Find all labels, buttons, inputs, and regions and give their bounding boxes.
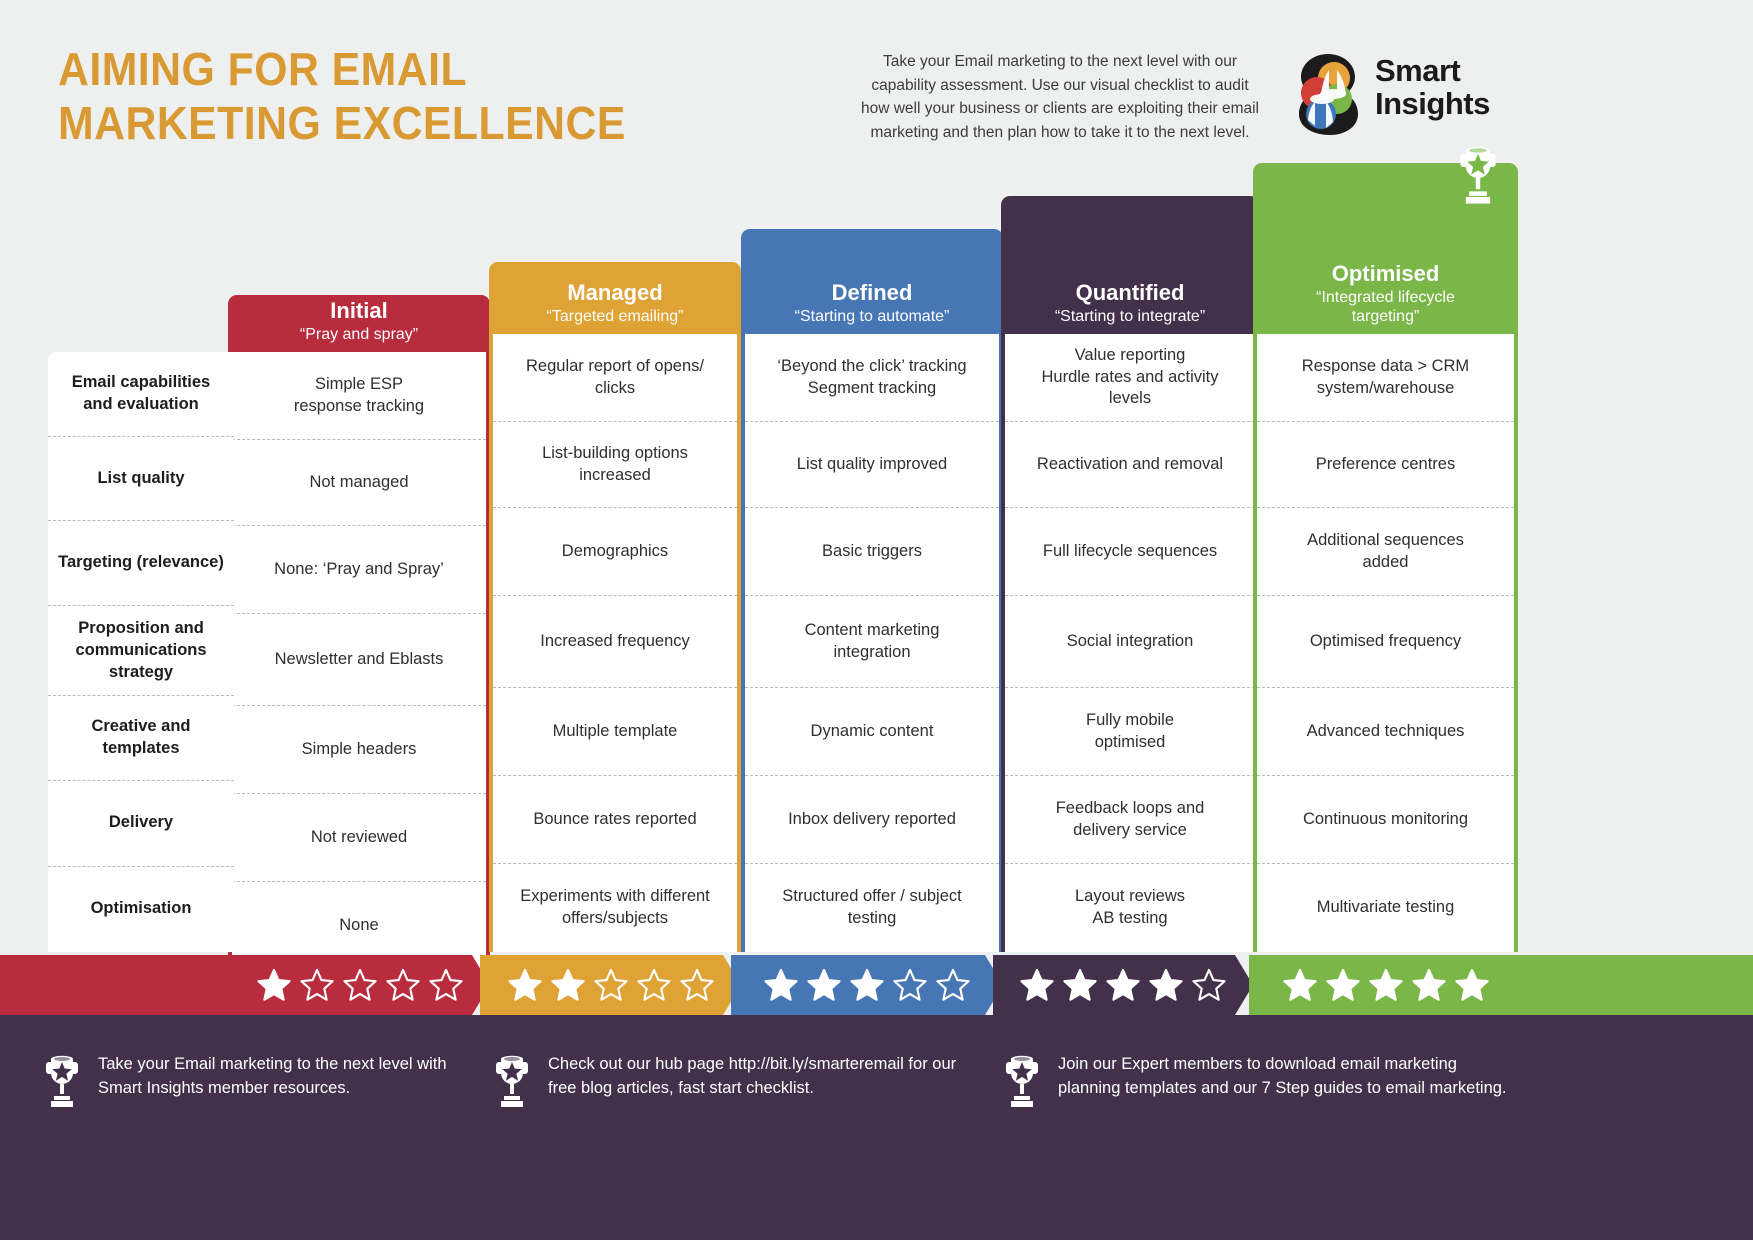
column-header-name: Optimised: [1331, 261, 1440, 286]
table-cell: Continuous monitoring: [1257, 776, 1514, 864]
column-header-subtitle: “Integrated lifecycle targeting”: [1316, 288, 1455, 325]
infographic-page: AIMING FOR EMAIL MARKETING EXCELLENCE Ta…: [0, 0, 1753, 1240]
column-header: Initial “Pray and spray”: [228, 295, 490, 352]
footer-item: Join our Expert members to download emai…: [1000, 1053, 1520, 1111]
table-cell: Value reporting Hurdle rates and activit…: [1005, 334, 1255, 422]
row-label: Creative and templates: [48, 696, 234, 782]
table-cell: Simple ESP response tracking: [232, 352, 486, 440]
row-label: Targeting (relevance): [48, 521, 234, 607]
table-cell: Experiments with different offers/subjec…: [520, 887, 710, 927]
column-header-name: Quantified: [1075, 280, 1185, 306]
footer: Take your Email marketing to the next le…: [0, 1015, 1753, 1240]
footer-item-text: Take your Email marketing to the next le…: [98, 1055, 447, 1097]
column-body: ‘Beyond the click’ tracking Segment trac…: [741, 334, 1003, 952]
column-header: Quantified “Starting to integrate”: [1001, 196, 1259, 334]
table-cell: Structured offer / subject testing: [782, 887, 962, 927]
table-cell: Simple headers: [232, 706, 486, 794]
table-cell: Layout reviews AB testing: [1074, 887, 1186, 927]
table-cell: Additional sequences added: [1257, 508, 1514, 596]
row-label: Delivery: [48, 781, 234, 867]
column-header-subtitle: “Starting to integrate”: [1054, 307, 1206, 325]
table-cell: None: ‘Pray and Spray’: [232, 526, 486, 614]
row-label-column: Email capabilities and evaluation List qu…: [48, 352, 234, 952]
column-body: Response data > CRM system/warehouse Pref…: [1253, 334, 1518, 952]
table-cell: List-building options increased: [493, 422, 737, 508]
star-rating: [1283, 968, 1489, 1002]
table-cell: Basic triggers: [745, 508, 999, 596]
table-cell: Increased frequency: [493, 596, 737, 688]
maturity-table: Email capabilities and evaluation List qu…: [0, 0, 1753, 1105]
table-cell: Regular report of opens/ clicks: [493, 334, 737, 422]
table-cell: Not reviewed: [232, 794, 486, 882]
maturity-column-quantified: Quantified “Starting to integrate” Value r…: [1001, 196, 1259, 952]
table-cell: Response data > CRM system/warehouse: [1257, 334, 1514, 422]
table-cell: Content marketing integration: [745, 596, 999, 688]
column-header-subtitle: “Targeted emailing”: [546, 307, 684, 325]
maturity-column-managed: Managed “Targeted emailing” Regular report…: [489, 262, 741, 952]
star-rating-segment-defined: [731, 955, 1003, 1015]
trophy-icon: [1450, 146, 1506, 208]
column-header-name: Managed: [567, 280, 663, 306]
table-cell: Feedback loops and delivery service: [1005, 776, 1255, 864]
table-cell: ‘Beyond the click’ tracking Segment trac…: [745, 334, 999, 422]
footer-item: Check out our hub page http://bit.ly/sma…: [490, 1053, 980, 1111]
table-cell: Multiple template: [493, 688, 737, 776]
column-header-name: Defined: [831, 280, 913, 306]
column-body: Regular report of opens/ clicks List-buil…: [489, 334, 741, 952]
table-cell: Dynamic content: [745, 688, 999, 776]
star-rating-segment-initial: [0, 955, 490, 1015]
table-cell: Fully mobile optimised: [1005, 688, 1255, 776]
star-rating-band: [0, 955, 1753, 1015]
table-cell: Newsletter and Eblasts: [232, 614, 486, 706]
table-cell: Social integration: [1005, 596, 1255, 688]
maturity-column-initial: Initial “Pray and spray” Simple ESP respon…: [228, 295, 490, 970]
star-rating: [1020, 968, 1226, 1002]
trophy-icon: [490, 1055, 534, 1111]
table-cell: Inbox delivery reported: [745, 776, 999, 864]
column-body: Value reporting Hurdle rates and activit…: [1001, 334, 1259, 952]
maturity-column-optimised: Optimised “Integrated lifecycle targeting…: [1253, 146, 1518, 952]
table-cell: Bounce rates reported: [493, 776, 737, 864]
row-label: List quality: [48, 437, 234, 521]
star-rating-segment-optimised: [1249, 955, 1753, 1015]
column-header: Managed “Targeted emailing”: [489, 262, 741, 334]
column-header-name: Initial: [330, 298, 388, 324]
row-label: Proposition and communications strategy: [48, 606, 234, 696]
table-cell: Full lifecycle sequences: [1005, 508, 1255, 596]
column-header: Optimised “Integrated lifecycle targeting…: [1253, 146, 1518, 334]
row-label: Email capabilities and evaluation: [48, 352, 234, 438]
star-rating-segment-managed: [480, 955, 741, 1015]
column-body: Simple ESP response tracking Not managed N…: [228, 352, 490, 970]
table-cell: Multivariate testing: [1316, 898, 1455, 917]
footer-item-text: Check out our hub page http://bit.ly/sma…: [548, 1055, 957, 1097]
table-cell: Optimised frequency: [1257, 596, 1514, 688]
table-cell: Not managed: [232, 440, 486, 526]
column-header: Defined “Starting to automate”: [741, 229, 1003, 334]
table-cell: Preference centres: [1257, 422, 1514, 508]
trophy-icon: [40, 1055, 84, 1111]
table-cell: Reactivation and removal: [1005, 422, 1255, 508]
maturity-column-defined: Defined “Starting to automate” ‘Beyond the…: [741, 229, 1003, 952]
footer-item: Take your Email marketing to the next le…: [40, 1053, 460, 1111]
star-rating-segment-quantified: [993, 955, 1253, 1015]
column-header-subtitle: “Starting to automate”: [794, 307, 950, 325]
star-rating: [764, 968, 970, 1002]
star-rating: [257, 968, 463, 1002]
star-rating: [508, 968, 714, 1002]
column-header-subtitle: “Pray and spray”: [299, 325, 419, 343]
table-cell: List quality improved: [745, 422, 999, 508]
table-cell: Advanced techniques: [1257, 688, 1514, 776]
trophy-icon: [1000, 1055, 1044, 1111]
row-label: Optimisation: [90, 899, 192, 918]
footer-item-text: Join our Expert members to download emai…: [1058, 1055, 1507, 1097]
table-cell: Demographics: [493, 508, 737, 596]
